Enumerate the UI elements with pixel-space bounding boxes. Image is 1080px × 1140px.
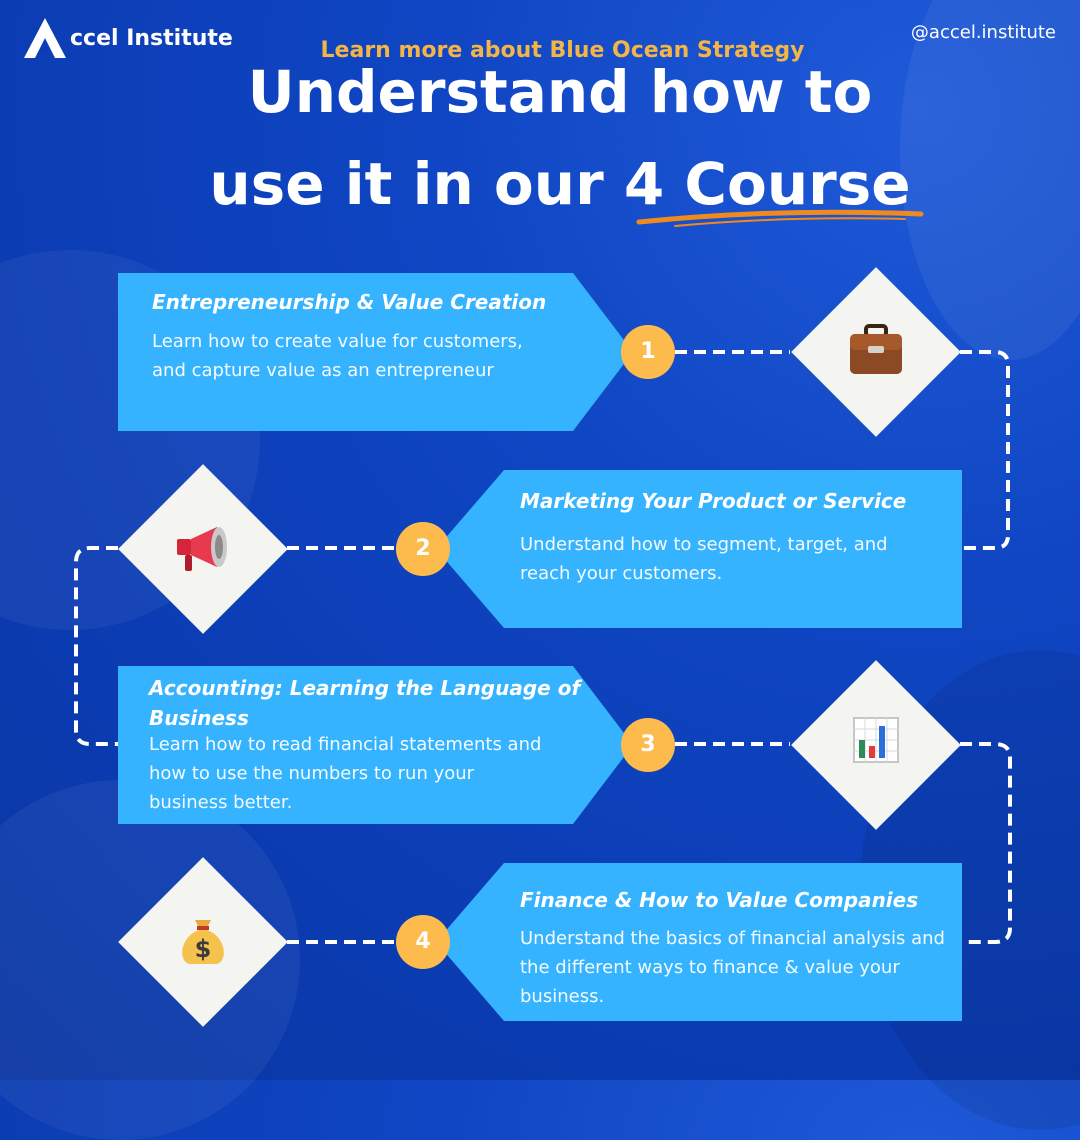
- step-number-2: 2: [396, 522, 450, 576]
- course-title: Finance & How to Value Companies: [520, 888, 919, 912]
- step-number-3: 3: [621, 718, 675, 772]
- course-description: Understand the basics of financial analy…: [520, 928, 945, 1007]
- course-description: Learn how to create value for customers,…: [152, 331, 523, 381]
- step-number-1: 1: [621, 325, 675, 379]
- course-card-4[interactable]: Finance & How to Value Companies Underst…: [436, 863, 962, 1021]
- money-bag-icon: $: [182, 920, 224, 964]
- bar-chart-icon: [853, 717, 899, 763]
- course-card-1[interactable]: Entrepreneurship & Value Creation Learn …: [118, 273, 633, 431]
- svg-text:$: $: [195, 935, 212, 963]
- course-card-3[interactable]: Accounting: Learning the Language of Bus…: [118, 666, 633, 824]
- course-description: Learn how to read financial statements a…: [149, 734, 542, 813]
- course-card-2[interactable]: Marketing Your Product or Service Unders…: [436, 470, 962, 628]
- course-title: Marketing Your Product or Service: [520, 489, 907, 513]
- orange-underline-swoosh: [636, 209, 924, 227]
- course-description: Understand how to segment, target, and r…: [520, 534, 888, 584]
- title-line-1: Understand how to: [247, 58, 873, 126]
- briefcase-icon: [850, 324, 902, 374]
- course-title: Accounting: Learning the Language of Bus…: [149, 676, 581, 730]
- step-number-4: 4: [396, 915, 450, 969]
- course-title: Entrepreneurship & Value Creation: [152, 290, 547, 314]
- megaphone-icon: [177, 527, 227, 571]
